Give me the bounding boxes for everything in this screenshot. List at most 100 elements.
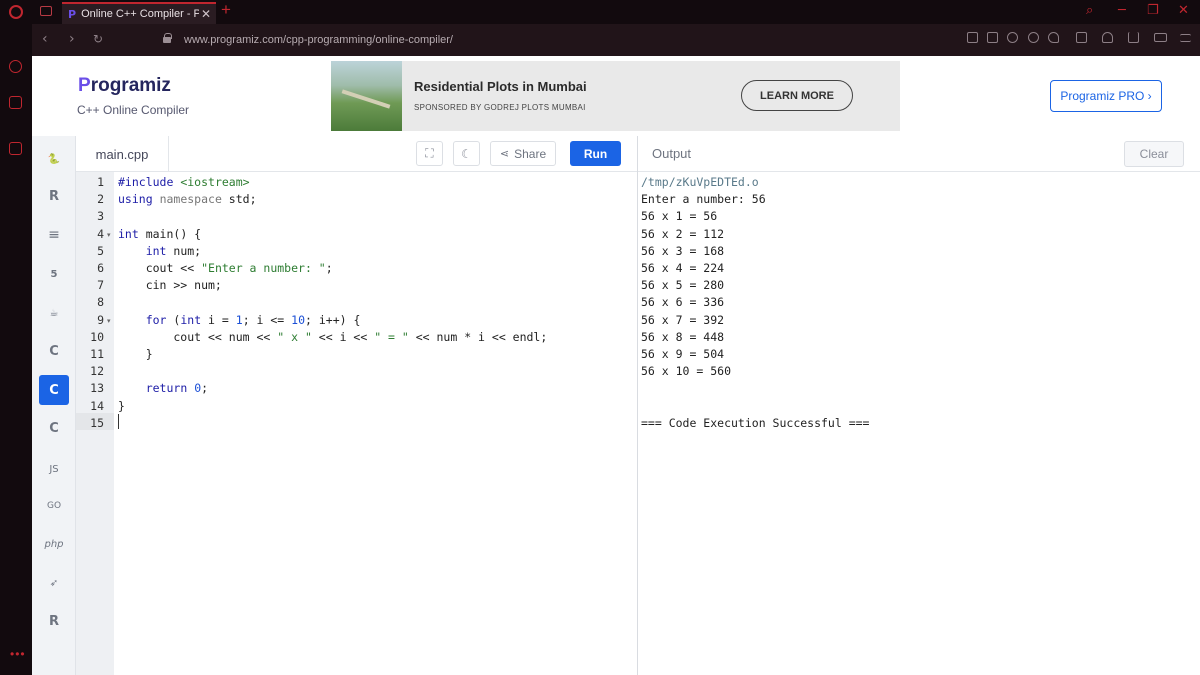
- code-line: cout << num << " x " << i << " = " << nu…: [118, 329, 548, 344]
- url-field[interactable]: www.programiz.com/cpp-programming/online…: [184, 34, 453, 46]
- extensions-icon[interactable]: [1076, 32, 1087, 43]
- heart-icon[interactable]: [1048, 32, 1059, 43]
- download-icon[interactable]: [1128, 32, 1139, 43]
- dark-mode-icon[interactable]: ☾: [453, 141, 480, 166]
- reload-icon[interactable]: ↻: [93, 32, 103, 46]
- fullscreen-icon[interactable]: ⛶: [416, 141, 443, 166]
- cpp-language-icon[interactable]: C: [39, 375, 69, 405]
- share-icon: ⋖: [499, 147, 510, 160]
- output-title: Output: [652, 146, 692, 161]
- browser-sidebar: •••: [0, 24, 32, 675]
- line-number: 3: [97, 209, 104, 224]
- rust-icon[interactable]: R: [39, 606, 69, 636]
- new-tab-icon[interactable]: +: [221, 0, 231, 20]
- c-language-icon[interactable]: C: [39, 336, 69, 366]
- easy-setup-icon[interactable]: [1180, 34, 1191, 42]
- editor-toolbar: main.cpp ⛶ ☾ ⋖ Share Run: [76, 136, 638, 172]
- output-line: 56 x 1 = 56: [641, 209, 718, 224]
- php-icon[interactable]: php: [39, 529, 69, 559]
- fold-arrow-icon[interactable]: ▾: [107, 317, 111, 325]
- line-number: 8: [97, 295, 104, 310]
- close-tab-icon[interactable]: ✕: [201, 7, 211, 21]
- site-header: Programiz C++ Online Compiler Residentia…: [32, 56, 1200, 136]
- output-line: 56 x 9 = 504: [641, 347, 725, 361]
- page: Programiz C++ Online Compiler Residentia…: [32, 56, 1200, 675]
- analytics-icon[interactable]: [9, 142, 22, 155]
- line-number: 13: [90, 381, 104, 396]
- html5-icon[interactable]: 5: [39, 259, 69, 289]
- output-line: 56 x 10 = 560: [641, 364, 732, 379]
- output-line: 56 x 3 = 168: [641, 243, 725, 258]
- adblock-icon[interactable]: [1007, 32, 1018, 43]
- ad-image[interactable]: [331, 61, 402, 131]
- profile-icon[interactable]: [1102, 32, 1113, 43]
- logo-initial: P: [78, 75, 91, 96]
- line-number: 4: [97, 226, 104, 241]
- output-line: === Code Execution Successful ===: [641, 415, 870, 430]
- programiz-logo[interactable]: Programiz: [78, 75, 171, 97]
- snapshot-icon[interactable]: [987, 32, 998, 43]
- more-options-icon[interactable]: •••: [10, 647, 26, 661]
- browser-tabbar: P Online C++ Compiler - Pro ✕ + ⌕ ─ ❐ ✕: [0, 0, 1200, 24]
- output-toolbar: Output Clear: [638, 136, 1200, 172]
- output-line: 56 x 5 = 280: [641, 278, 725, 293]
- swift-icon[interactable]: ➶: [39, 568, 69, 598]
- output-line: 56 x 6 = 336: [641, 295, 725, 310]
- speed-dial-icon[interactable]: [9, 60, 22, 73]
- logo-text: rogramiz: [90, 75, 171, 96]
- edit-icon[interactable]: [967, 32, 978, 43]
- line-number: 7: [97, 278, 104, 293]
- pane-divider[interactable]: [637, 136, 638, 675]
- line-number: 1: [97, 175, 104, 189]
- close-window-icon[interactable]: ✕: [1178, 3, 1189, 18]
- javascript-icon[interactable]: JS: [39, 454, 69, 484]
- vpn-icon[interactable]: [1028, 32, 1039, 43]
- fold-arrow-icon[interactable]: ▾: [107, 231, 111, 239]
- java-icon[interactable]: ☕: [39, 298, 69, 328]
- minimize-icon[interactable]: ─: [1118, 3, 1126, 18]
- code-line: #include <iostream>: [118, 175, 250, 189]
- ad-sponsor: SPONSORED BY GODREJ PLOTS MUMBAI: [414, 103, 586, 112]
- battery-icon[interactable]: [1154, 33, 1167, 42]
- output-line: 56 x 4 = 224: [641, 261, 725, 275]
- maximize-icon[interactable]: ❐: [1147, 3, 1159, 18]
- code-line: }: [118, 398, 125, 413]
- forward-icon[interactable]: ›: [69, 31, 75, 47]
- line-number: 9: [97, 312, 104, 327]
- line-number: 6: [97, 261, 104, 275]
- output-line: 56 x 7 = 392: [641, 312, 725, 327]
- code-line: using namespace std;: [118, 192, 257, 207]
- search-tabs-icon[interactable]: ⌕: [1086, 3, 1093, 18]
- code-line: int main() {: [118, 226, 202, 241]
- ad-banner[interactable]: Residential Plots in Mumbai SPONSORED BY…: [331, 61, 900, 131]
- sql-database-icon[interactable]: ≡: [39, 220, 69, 250]
- csharp-language-icon[interactable]: C: [39, 413, 69, 443]
- learn-more-button[interactable]: LEARN MORE: [741, 80, 853, 111]
- text-cursor: [118, 414, 119, 429]
- code-editor[interactable]: #include <iostream> using namespace std; i…: [114, 172, 638, 675]
- file-tab-main-cpp[interactable]: main.cpp: [76, 136, 169, 172]
- shopping-icon[interactable]: [9, 96, 22, 109]
- output-line: Enter a number: 56: [641, 192, 766, 207]
- run-button[interactable]: Run: [570, 141, 621, 166]
- language-sidebar: 🐍 R ≡ 5 ☕ C C C JS GO php ➶ R: [32, 136, 76, 675]
- line-number: 14: [90, 398, 104, 413]
- line-number: 2: [97, 192, 104, 207]
- pinned-tab-icon[interactable]: [40, 6, 52, 16]
- share-label: Share: [514, 146, 547, 161]
- back-icon[interactable]: ‹: [42, 31, 48, 47]
- python-icon[interactable]: 🐍: [39, 144, 69, 174]
- code-line: }: [118, 347, 153, 361]
- share-button[interactable]: ⋖ Share: [490, 141, 556, 166]
- line-number: 10: [90, 329, 104, 344]
- browser-tab-active[interactable]: P Online C++ Compiler - Pro ✕: [62, 2, 216, 24]
- output-line: 56 x 8 = 448: [641, 329, 725, 344]
- programiz-pro-button[interactable]: Programiz PRO ›: [1050, 80, 1162, 112]
- code-line: for (int i = 1; i <= 10; i++) {: [145, 312, 361, 327]
- programiz-favicon-icon: P: [68, 7, 77, 21]
- line-number: 11: [90, 347, 104, 361]
- r-language-icon[interactable]: R: [39, 181, 69, 211]
- opera-logo-icon[interactable]: [9, 5, 23, 19]
- go-language-icon[interactable]: GO: [39, 491, 69, 521]
- clear-button[interactable]: Clear: [1124, 141, 1184, 167]
